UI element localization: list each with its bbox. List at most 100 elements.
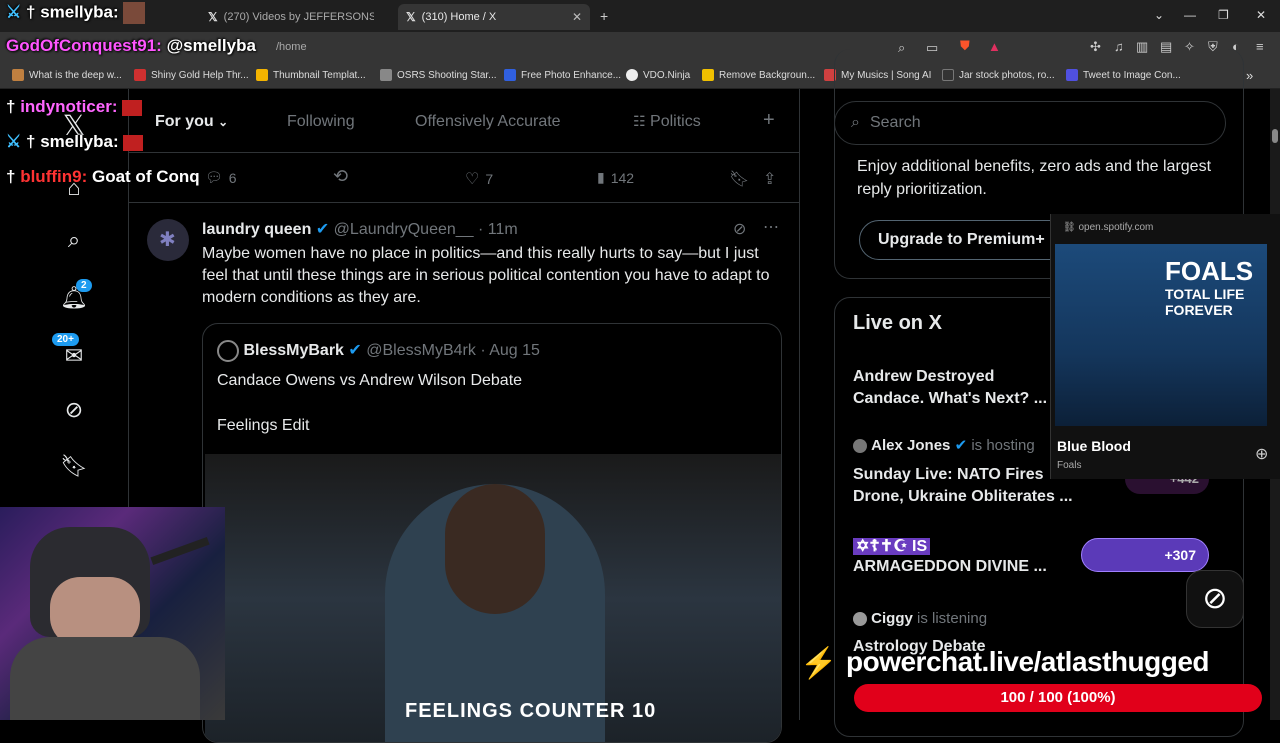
quote-text-line1: Candace Owens vs Andrew Wilson Debate (217, 372, 523, 389)
webcam-mic-arm (150, 536, 210, 566)
grok-float-button[interactable]: ⊘ (1186, 570, 1244, 628)
chat-user: GodOfConquest91: (6, 36, 162, 55)
premium-text: Enjoy additional benefits, zero ads and … (857, 158, 1212, 198)
sword-icon: ⚔ (6, 132, 22, 151)
bookmark-item[interactable]: VDO.Ninja (626, 69, 690, 81)
chat-message: † bluffin9: Goat of Conq (6, 167, 200, 187)
bookmark-item[interactable]: Remove Backgroun... (702, 69, 815, 81)
like-button[interactable]: ♡ 7 (465, 169, 493, 189)
grok-icon[interactable]: ⊘ (733, 219, 746, 239)
reply-button[interactable]: 💬︎ 6 (205, 169, 237, 186)
bookmark-item[interactable]: OSRS Shooting Star... (380, 69, 497, 81)
host-avatar (853, 612, 867, 627)
bookmark-favicon-icon (504, 69, 516, 81)
maximize-button[interactable]: ❐ (1218, 8, 1229, 22)
track-name[interactable]: Blue Blood (1057, 438, 1131, 454)
live-item-host: Ciggy is listening (853, 610, 987, 627)
powerchat-url: powerchat.live/atlasthugged (846, 646, 1210, 677)
bookmarks-icon[interactable]: 🔖︎ (60, 453, 88, 481)
chat-emote (122, 99, 143, 116)
spotify-domain: ⛓ open.spotify.com (1063, 222, 1154, 233)
album-title-2: TOTAL LIFE (1165, 286, 1245, 302)
close-window-button[interactable]: ✕ (1256, 8, 1266, 22)
link-icon: ⛓ (1063, 222, 1076, 233)
add-tab-button[interactable]: + (763, 109, 775, 132)
bookmarks-more-button[interactable]: » (1246, 68, 1253, 83)
tab-for-you[interactable]: For you ⌄ (155, 113, 228, 131)
live-item-title[interactable]: Andrew Destroyed Candace. What's Next? .… (853, 366, 1053, 410)
spotify-mini-player: ⛓ open.spotify.com FOALS TOTAL LIFE FORE… (1050, 214, 1280, 479)
tab-offensively-accurate[interactable]: Offensively Accurate (415, 113, 561, 131)
album-title-1: FOALS (1165, 256, 1254, 286)
explore-search-icon[interactable]: ⌕ (60, 227, 88, 255)
chat-user: smellyba: (40, 2, 119, 22)
tab-search-icon[interactable]: ⌄ (1154, 8, 1164, 22)
bookmark-favicon-icon (134, 69, 146, 81)
cross-icon: † (6, 167, 16, 186)
x-logo-icon: 𝕏 (208, 10, 218, 24)
scrollbar-thumb[interactable] (1272, 129, 1278, 143)
tweet-time[interactable]: · 11m (478, 221, 518, 238)
live-item-host: Alex Jones ✔ is hosting (853, 436, 1035, 454)
new-tab-button[interactable]: + (600, 8, 608, 24)
quote-author-handle: @BlessMyB4rk (366, 342, 476, 360)
tab-following[interactable]: Following (287, 113, 355, 131)
feed-tabs: For you ⌄ Following Offensively Accurate… (129, 89, 799, 153)
repost-button[interactable]: ⟲ (333, 166, 348, 187)
close-tab-icon[interactable]: ✕ (572, 10, 582, 24)
bookmark-item[interactable]: Free Photo Enhance... (504, 69, 621, 81)
tweet-header: laundry queen ✔ @LaundryQueen__ · 11m (202, 219, 518, 239)
author-name[interactable]: laundry queen (202, 221, 311, 238)
bookmark-favicon-icon (12, 69, 24, 81)
verified-badge-icon: ✔ (348, 342, 362, 360)
tab-politics[interactable]: ☷ Politics (633, 113, 701, 131)
quote-header: BlessMyBark ✔ @BlessMyB4rk · Aug 15 (217, 340, 540, 362)
more-options-icon[interactable]: ⋯ (763, 217, 779, 237)
previous-tweet-actions: 💬︎ 6 ⟲ ♡ 7 ▮ 142 🔖︎ ⇪ (129, 153, 799, 203)
tab-videos[interactable]: 𝕏 (270) Videos by JEFFERSONS VIOL (200, 4, 390, 30)
tab-title: (310) Home / X (421, 11, 497, 23)
upgrade-premium-button[interactable]: Upgrade to Premium+ (859, 220, 1079, 260)
listener-count[interactable]: +307 (1081, 538, 1209, 572)
tab-home-x[interactable]: 𝕏 (310) Home / X ✕ (398, 4, 590, 30)
share-icon: ⇪ (763, 171, 777, 188)
live-item-title[interactable]: ARMAGEDDON DIVINE ... (853, 558, 1093, 576)
x-logo-icon: 𝕏 (406, 10, 416, 24)
quote-author-name: BlessMyBark (243, 342, 344, 360)
bookmark-item[interactable]: Thumbnail Templat... (256, 69, 366, 81)
author-handle[interactable]: @LaundryQueen__ (334, 221, 474, 238)
artist-name[interactable]: Foals (1057, 460, 1081, 471)
url-text[interactable]: /home (276, 41, 307, 53)
tweet[interactable]: ✱ laundry queen ✔ @LaundryQueen__ · 11m … (129, 203, 799, 743)
quote-tweet[interactable]: BlessMyBark ✔ @BlessMyB4rk · Aug 15 Cand… (202, 323, 782, 743)
bookmark-favicon-icon (380, 69, 392, 81)
share-button[interactable]: ⇪ (763, 169, 776, 189)
bookmark-favicon-icon (256, 69, 268, 81)
grok-icon[interactable]: ⊘ (60, 397, 88, 425)
chat-message: ⚔ † smellyba: (6, 2, 146, 24)
menu-icon[interactable]: ≡ (1256, 39, 1264, 54)
webcam-shirt (10, 637, 200, 720)
verified-badge-icon: ✔ (954, 437, 968, 454)
add-to-library-icon[interactable]: ⊕ (1255, 444, 1268, 464)
bookmark-item[interactable]: What is the deep w... (12, 69, 122, 81)
avatar[interactable]: ✱ (147, 219, 189, 261)
chat-message: ⚔ † smellyba: (6, 132, 144, 152)
browser-tab-bar: smellyba 𝕏 (270) Videos by JEFFERSONS VI… (0, 0, 1280, 32)
bookmark-favicon-icon (702, 69, 714, 81)
album-art[interactable]: FOALS TOTAL LIFE FOREVER (1055, 244, 1267, 426)
chat-text: Goat of Conq (91, 167, 200, 186)
bookmark-button[interactable]: 🔖︎ (729, 169, 749, 189)
chart-icon: ▮ (597, 169, 605, 185)
chat-user: indynoticer: (20, 97, 118, 116)
quote-video[interactable]: FEELINGS COUNTER 10 (205, 454, 781, 742)
views-button[interactable]: ▮ 142 (597, 169, 634, 186)
messages-icon[interactable]: ✉ (60, 343, 88, 371)
chat-text: @smellyba (166, 36, 256, 55)
album-title-3: FOREVER (1165, 302, 1233, 318)
chat-user: smellyba: (40, 132, 119, 151)
chevron-down-icon: ⌄ (218, 115, 229, 129)
minimize-button[interactable]: — (1184, 8, 1196, 22)
bookmark-item[interactable]: Shiny Gold Help Thr... (134, 69, 249, 81)
chat-emote (123, 2, 146, 24)
